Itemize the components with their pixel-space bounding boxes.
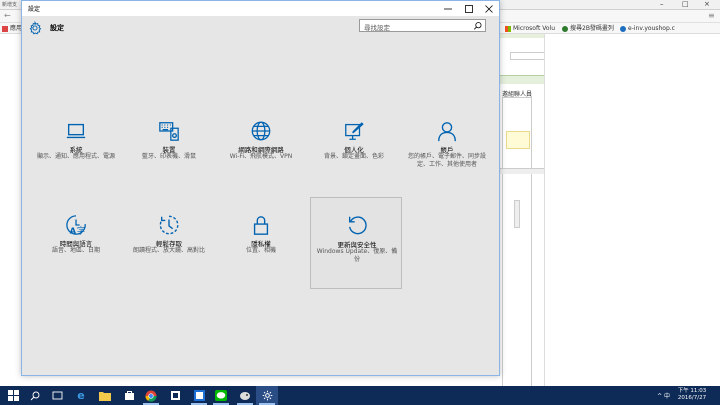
browser-maximize-icon[interactable]: □	[682, 0, 689, 8]
close-button[interactable]	[479, 1, 499, 16]
page-title: 設定	[50, 24, 64, 32]
office-icon	[170, 391, 180, 400]
gear-icon	[262, 390, 272, 401]
system-tray[interactable]: ^ 中	[657, 391, 670, 400]
tile-description: Windows Update、復原、備份	[316, 248, 398, 263]
taskbar: e ^ 中 下午 11:03 2016/7/27	[0, 386, 720, 405]
folder-icon	[99, 391, 111, 401]
settings-header: 設定 尋找設定	[22, 16, 499, 42]
task-view-icon	[52, 391, 62, 400]
taskbar-edge[interactable]: e	[70, 386, 92, 405]
edge-icon: e	[77, 389, 85, 402]
windows-logo-icon	[7, 390, 19, 401]
globe-icon	[251, 121, 271, 141]
svg-text:A: A	[70, 225, 77, 235]
search-placeholder: 尋找設定	[364, 24, 390, 32]
window-title: 設定	[28, 6, 41, 13]
taskbar-office[interactable]	[164, 386, 186, 405]
page-green-bar	[500, 75, 545, 84]
page-column-divider	[544, 34, 545, 386]
browser-close-icon[interactable]: ×	[704, 0, 710, 8]
page-input[interactable]	[510, 52, 545, 60]
tile-description: 藍牙、印表機、滑鼠	[141, 153, 196, 160]
lock-icon	[253, 216, 269, 235]
microsoft-logo-icon	[505, 25, 511, 32]
page-divider-bar	[500, 168, 545, 174]
minimize-button[interactable]	[438, 1, 458, 16]
taskbar-app-bird[interactable]	[234, 386, 256, 405]
search-input[interactable]: 尋找設定	[359, 19, 486, 32]
bookmark-apps[interactable]: 應用	[2, 24, 22, 33]
laptop-icon	[66, 123, 86, 139]
site-icon	[620, 25, 626, 32]
tile-personalization[interactable]: 個人化 背景、鎖定畫面、色彩	[308, 110, 400, 202]
tile-system[interactable]: 系統 顯示、通知、應用程式、電源	[30, 110, 122, 202]
tile-devices[interactable]: 裝置 藍牙、印表機、滑鼠	[123, 110, 215, 202]
tile-accounts[interactable]: 帳戶 您的帳戶、電子郵件、同步設定、工作、其他使用者	[401, 110, 493, 202]
maximize-button[interactable]	[459, 1, 479, 16]
bookmark-einv[interactable]: e-inv.youshop.c	[620, 24, 675, 33]
page-notice	[506, 131, 530, 149]
tile-update-security[interactable]: 更新與安全性 Windows Update、復原、備份	[310, 197, 402, 289]
paint-icon	[345, 122, 364, 140]
tile-description: 顯示、通知、應用程式、電源	[36, 153, 115, 160]
apps-icon	[2, 25, 8, 32]
tile-description: 背景、鎖定畫面、色彩	[323, 153, 384, 160]
bookmark-microsoft[interactable]: Microsoft Volu	[505, 24, 555, 33]
tile-ease-of-access[interactable]: 輕鬆存取 朗讀程式、放大鏡、高對比	[123, 204, 215, 296]
taskbar-clock[interactable]: 下午 11:03 2016/7/27	[672, 388, 712, 402]
search-icon[interactable]	[473, 21, 483, 31]
close-icon	[485, 4, 493, 13]
line-app-icon	[215, 390, 227, 401]
language-icon: A 字	[66, 215, 86, 235]
tile-description: 朗讀程式、放大鏡、高對比	[132, 247, 205, 254]
taskbar-app-blue[interactable]	[188, 386, 210, 405]
refresh-icon	[348, 216, 367, 235]
taskbar-explorer[interactable]	[94, 386, 116, 405]
page-header-strip	[500, 34, 545, 38]
keyboard-icon	[159, 122, 179, 141]
site-icon	[562, 25, 568, 32]
taskbar-search-button[interactable]	[24, 386, 46, 405]
tile-privacy[interactable]: 隱私權 位置、相機	[215, 204, 307, 296]
tile-description: 位置、相機	[245, 247, 276, 254]
settings-titlebar[interactable]: 設定	[22, 1, 499, 16]
svg-text:字: 字	[77, 225, 85, 235]
tile-description: Wi-Fi、飛航模式、VPN	[229, 153, 293, 160]
taskbar-chrome[interactable]	[140, 386, 162, 405]
search-icon	[30, 391, 40, 400]
settings-window: 設定 設定 尋找設定 系統 顯示、通知、應用程式、電源 裝置 藍牙、印表機、滑鼠…	[21, 0, 500, 376]
taskbar-line[interactable]	[210, 386, 232, 405]
chrome-icon	[145, 390, 157, 402]
clock-date: 2016/7/27	[677, 395, 707, 401]
tile-time-language[interactable]: A 字 時間與語言 語音、地區、日期	[30, 204, 122, 296]
bookmark-b2b[interactable]: 搜尋2B發碼畫列	[562, 24, 614, 33]
tray-text: ^ 中	[657, 393, 670, 400]
tile-network[interactable]: 網路和網際網路 Wi-Fi、飛航模式、VPN	[215, 110, 307, 202]
back-arrow-icon[interactable]: ←	[4, 11, 11, 20]
bird-icon	[240, 391, 250, 400]
start-button[interactable]	[2, 386, 24, 405]
maximize-icon	[465, 4, 473, 13]
tile-description: 您的帳戶、電子郵件、同步設定、工作、其他使用者	[407, 153, 486, 168]
app-icon	[193, 390, 205, 401]
menu-icon[interactable]: ≡	[708, 11, 715, 20]
browser-minimize-icon[interactable]: –	[660, 0, 664, 8]
clock-time: 下午 11:03	[677, 388, 707, 394]
page-scrollbar[interactable]	[514, 200, 520, 228]
browser-page: 邀組聯人員	[500, 34, 720, 387]
gear-icon	[28, 20, 42, 35]
person-icon	[438, 122, 456, 142]
store-icon	[124, 391, 134, 400]
tile-description: 語音、地區、日期	[51, 247, 100, 254]
task-view-button[interactable]	[46, 386, 68, 405]
taskbar-store[interactable]	[118, 386, 140, 405]
taskbar-settings[interactable]	[256, 386, 278, 405]
ease-of-access-icon	[159, 215, 179, 235]
minimize-icon	[444, 8, 452, 9]
